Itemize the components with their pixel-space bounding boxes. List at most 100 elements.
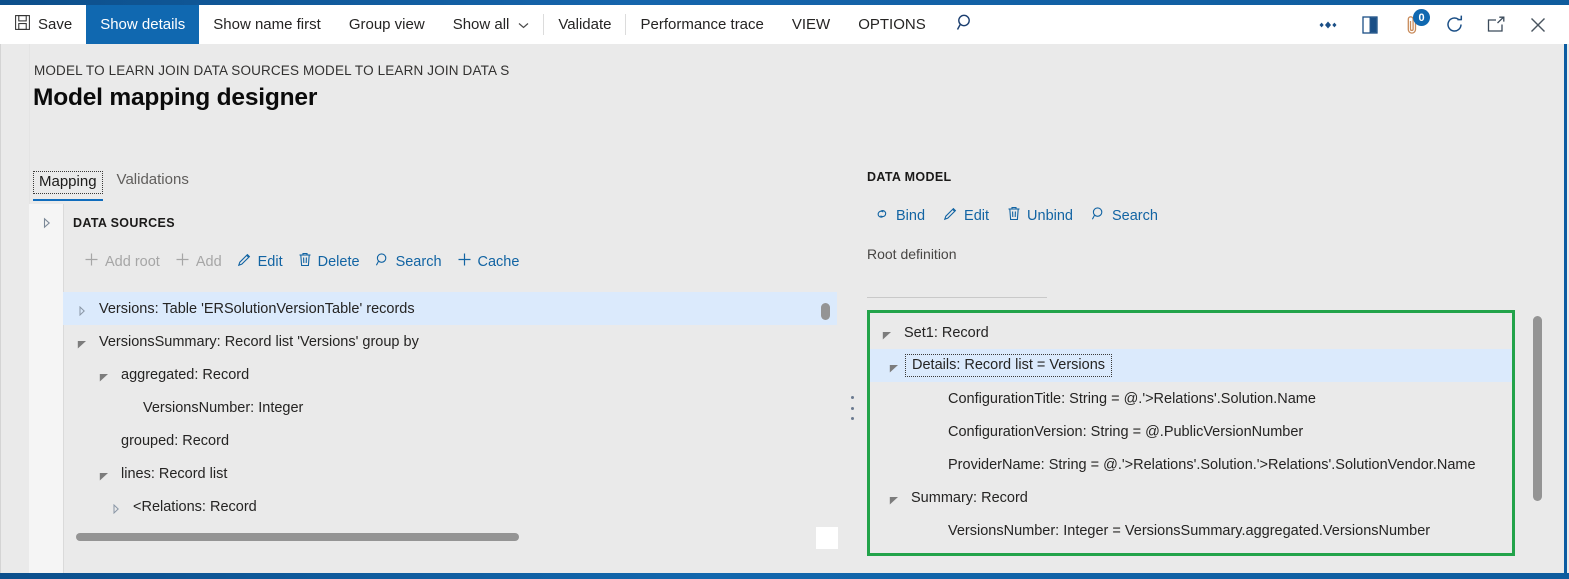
validate-button[interactable]: Validate: [544, 5, 625, 44]
chevron-down-icon[interactable]: [882, 328, 892, 339]
chevron-down-icon[interactable]: [889, 361, 899, 372]
chevron-down-icon: [518, 21, 529, 31]
show-name-first-label: Show name first: [213, 16, 321, 33]
search-data-source-button[interactable]: Search: [370, 249, 452, 274]
options-menu[interactable]: OPTIONS: [844, 5, 940, 44]
tree-row[interactable]: VersionsNumber: Integer = VersionsSummar…: [870, 514, 1512, 547]
add-button[interactable]: Add: [170, 249, 232, 274]
plus-icon: [457, 252, 472, 271]
view-menu[interactable]: VIEW: [778, 5, 844, 44]
tree-row-label: Summary: Record: [911, 489, 1028, 506]
show-name-first-button[interactable]: Show name first: [199, 5, 335, 44]
chevron-right-icon: [43, 217, 51, 229]
diamonds-icon[interactable]: [1307, 5, 1349, 44]
attachment-badge: 0: [1413, 9, 1430, 26]
cache-button[interactable]: Cache: [452, 249, 530, 274]
chevron-right-icon[interactable]: [111, 502, 121, 514]
page-content: MODEL TO LEARN JOIN DATA SOURCES MODEL T…: [0, 44, 1569, 573]
tab-selection-underline: [33, 199, 103, 201]
tree-row-label: VersionsNumber: Integer: [143, 399, 304, 416]
save-label: Save: [38, 16, 73, 33]
chevron-down-icon[interactable]: [77, 337, 87, 348]
chevron-down-icon[interactable]: [889, 493, 899, 504]
view-label: VIEW: [791, 16, 831, 33]
close-icon[interactable]: [1517, 5, 1559, 44]
tree-row-label: <Relations: Record: [133, 498, 257, 515]
tree-row[interactable]: ProviderName: String = @.'>Relations'.So…: [870, 448, 1512, 481]
data-sources-horizontal-scrollbar[interactable]: [76, 533, 519, 541]
tree-row[interactable]: ConfigurationVersion: String = @.PublicV…: [870, 415, 1512, 448]
group-view-button[interactable]: Group view: [335, 5, 439, 44]
tree-row-label: ConfigurationVersion: String = @.PublicV…: [948, 423, 1304, 440]
tree-row[interactable]: Versions: Table 'ERSolutionVersionTable'…: [63, 292, 837, 325]
popout-icon[interactable]: [1475, 5, 1517, 44]
tree-row-label: Set1: Record: [904, 324, 989, 341]
add-root-button[interactable]: Add root: [79, 249, 170, 274]
tree-row-label: Details: Record list = Versions: [905, 354, 1113, 377]
tree-row[interactable]: ConfigurationTitle: String = @.'>Relatio…: [870, 382, 1512, 415]
show-details-label: Show details: [100, 16, 186, 33]
book-panel-icon[interactable]: [1349, 5, 1391, 44]
refresh-icon[interactable]: [1433, 5, 1475, 44]
data-model-divider: [867, 297, 1047, 298]
chevron-right-icon[interactable]: [77, 304, 87, 316]
tree-row[interactable]: VersionsSummary: Record list 'Versions' …: [63, 325, 837, 358]
unbind-label: Unbind: [1027, 207, 1073, 224]
edit-model-button[interactable]: Edit: [938, 203, 1002, 228]
tree-row[interactable]: Details: Record list = Versions: [870, 349, 1512, 382]
save-icon: [14, 14, 31, 35]
tree-row[interactable]: Set1: Record: [870, 316, 1512, 349]
command-bar: Save Show details Show name first Group …: [0, 5, 1569, 45]
data-model-vertical-scrollbar[interactable]: [1533, 316, 1542, 501]
search-data-source-label: Search: [395, 253, 442, 270]
delete-data-source-button[interactable]: Delete: [293, 249, 370, 274]
data-sources-gutter: [29, 204, 64, 573]
chevron-down-icon[interactable]: [99, 469, 109, 480]
link-icon: [874, 207, 890, 225]
command-bar-spacer: [991, 5, 1307, 44]
tree-row[interactable]: <Relations: Record: [63, 490, 837, 523]
data-model-toolbar: Bind Edit Unbind Search: [869, 203, 1171, 228]
validate-label: Validate: [558, 16, 612, 33]
cache-label: Cache: [477, 253, 520, 270]
performance-trace-button[interactable]: Performance trace: [626, 5, 777, 44]
tabstrip: Mapping Validations: [33, 171, 205, 196]
show-all-button[interactable]: Show all: [439, 5, 544, 44]
tree-row[interactable]: Summary: Record: [870, 481, 1512, 514]
unbind-button[interactable]: Unbind: [1002, 203, 1086, 228]
search-model-button[interactable]: Search: [1086, 203, 1171, 228]
tree-row[interactable]: VersionsNumber: Integer: [63, 391, 837, 424]
plus-icon: [84, 252, 99, 271]
tab-validations[interactable]: Validations: [115, 171, 205, 196]
tree-row-label: lines: Record list: [121, 465, 228, 482]
save-button[interactable]: Save: [0, 5, 86, 44]
data-sources-expander[interactable]: [41, 216, 55, 230]
tree-row[interactable]: aggregated: Record: [63, 358, 837, 391]
tree-row[interactable]: grouped: Record: [63, 424, 837, 457]
data-model-section-title: DATA MODEL: [867, 170, 952, 184]
chevron-down-icon[interactable]: [99, 370, 109, 381]
data-sources-tree[interactable]: Versions: Table 'ERSolutionVersionTable'…: [63, 292, 837, 542]
tab-mapping[interactable]: Mapping: [33, 171, 103, 194]
bind-button[interactable]: Bind: [869, 204, 938, 228]
tree-row-label: VersionsNumber: Integer = VersionsSummar…: [948, 522, 1431, 539]
add-label: Add: [195, 253, 222, 270]
tab-mapping-label: Mapping: [39, 173, 97, 190]
attachment-icon[interactable]: 0: [1391, 5, 1433, 44]
options-label: OPTIONS: [858, 16, 926, 33]
data-model-tree[interactable]: Set1: Record Details: Record list = Vers…: [870, 313, 1512, 547]
panel-splitter-handle[interactable]: [848, 396, 856, 420]
trash-icon: [1007, 206, 1021, 225]
command-bar-search-button[interactable]: [940, 5, 991, 44]
root-definition-label: Root definition: [867, 246, 957, 262]
edit-data-source-label: Edit: [257, 253, 283, 270]
edit-data-source-button[interactable]: Edit: [232, 249, 293, 274]
tree-row-label: Versions: Table 'ERSolutionVersionTable'…: [99, 300, 415, 317]
data-sources-toolbar: Add root Add Edit Delete Search Cache: [79, 249, 529, 274]
tree-row[interactable]: lines: Record list: [63, 457, 837, 490]
show-details-button[interactable]: Show details: [86, 5, 200, 44]
data-sources-vertical-scrollbar[interactable]: [821, 303, 830, 320]
plus-icon: [175, 252, 190, 271]
data-sources-section-title: DATA SOURCES: [73, 216, 175, 230]
pencil-icon: [237, 252, 252, 271]
